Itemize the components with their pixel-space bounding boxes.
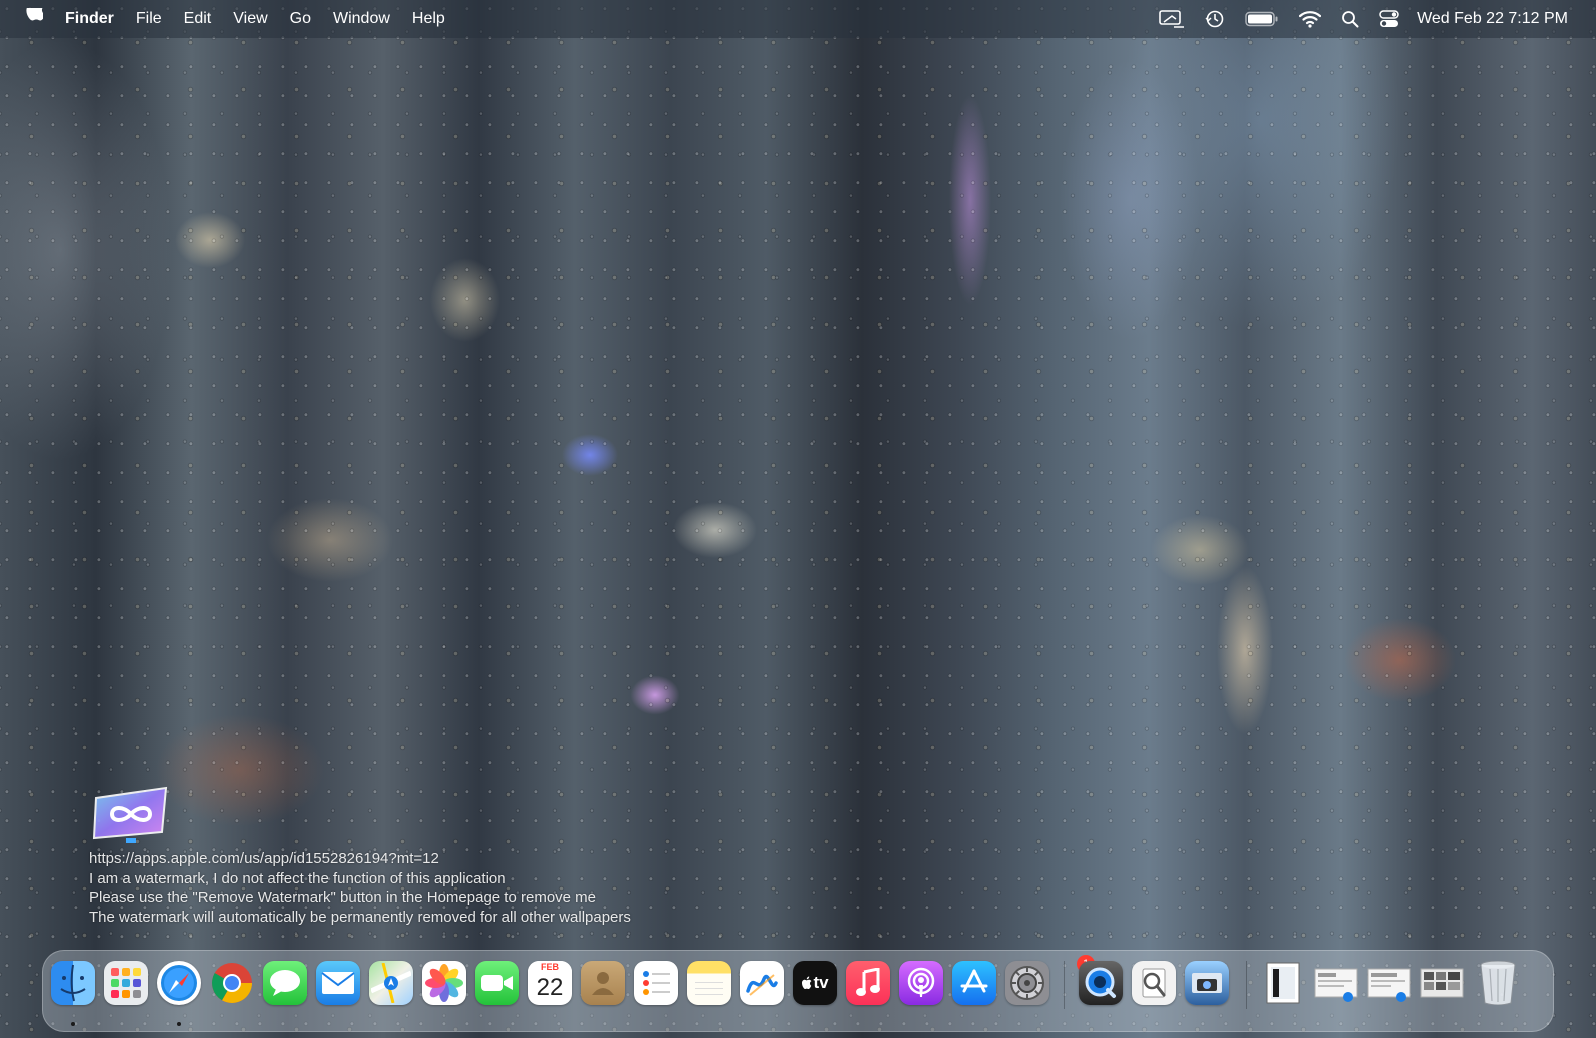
dock-reminders-icon[interactable] bbox=[634, 961, 678, 1005]
dock-divider bbox=[1064, 961, 1065, 1009]
dock-freeform-icon[interactable] bbox=[740, 961, 784, 1005]
dock-screenshot-icon[interactable] bbox=[1185, 961, 1229, 1005]
menu-go[interactable]: Go bbox=[290, 10, 311, 28]
appletv-label: tv bbox=[813, 973, 829, 992]
dock-appstore-icon[interactable] bbox=[952, 961, 996, 1005]
battery-icon[interactable] bbox=[1245, 11, 1279, 27]
running-indicator bbox=[177, 1022, 181, 1026]
calendar-month: FEB bbox=[528, 961, 572, 974]
dock-maps-icon[interactable] bbox=[369, 961, 413, 1005]
running-indicator bbox=[71, 1022, 75, 1026]
menu-app-name[interactable]: Finder bbox=[65, 10, 114, 28]
dock-music-icon[interactable] bbox=[846, 961, 890, 1005]
watermark-line: Please use the "Remove Watermark" button… bbox=[89, 889, 597, 907]
calendar-day: 22 bbox=[536, 974, 564, 1001]
screen-mirroring-icon[interactable] bbox=[1159, 9, 1185, 29]
dock-launchpad-icon[interactable] bbox=[104, 961, 148, 1005]
spotlight-search-icon[interactable] bbox=[1341, 10, 1359, 28]
menu-clock[interactable]: Wed Feb 22 7:12 PM bbox=[1417, 10, 1568, 28]
watermark-text: https://apps.apple.com/us/app/id15528261… bbox=[89, 849, 631, 928]
dock-system-settings-icon[interactable] bbox=[1005, 961, 1049, 1005]
dock-preview-icon[interactable] bbox=[1132, 961, 1176, 1005]
dock-trash-icon[interactable] bbox=[1476, 961, 1520, 1005]
dock-photos-icon[interactable] bbox=[422, 961, 466, 1005]
dock-calendar-icon[interactable]: FEB 22 bbox=[528, 961, 572, 1005]
menu-file[interactable]: File bbox=[136, 10, 162, 28]
menu-window[interactable]: Window bbox=[333, 10, 390, 28]
dock-podcasts-icon[interactable] bbox=[899, 961, 943, 1005]
menu-bar: Finder File Edit View Go Window Help Wed… bbox=[0, 0, 1596, 38]
watermark-line: The watermark will automatically be perm… bbox=[89, 909, 631, 927]
dock-finder-icon[interactable] bbox=[51, 961, 95, 1005]
dock-mail-icon[interactable] bbox=[316, 961, 360, 1005]
dock-notes-icon[interactable] bbox=[687, 961, 731, 1005]
menu-edit[interactable]: Edit bbox=[184, 10, 212, 28]
dock-safari-icon[interactable] bbox=[157, 961, 201, 1005]
dock-divider bbox=[1246, 961, 1247, 1009]
dock-screenshot-file-icon[interactable] bbox=[1420, 961, 1464, 1005]
watermark-line: I am a watermark, I do not affect the fu… bbox=[89, 869, 506, 887]
wallpaper-app-logo-icon bbox=[92, 786, 168, 843]
dock-screenshot-file-icon[interactable] bbox=[1314, 961, 1358, 1005]
dock-appletv-icon[interactable]: tv bbox=[793, 961, 837, 1005]
dock-chrome-icon[interactable] bbox=[210, 961, 254, 1005]
wifi-icon[interactable] bbox=[1299, 10, 1322, 28]
watermark-url: https://apps.apple.com/us/app/id15528261… bbox=[89, 850, 439, 867]
menu-help[interactable]: Help bbox=[412, 10, 445, 28]
menu-view[interactable]: View bbox=[233, 10, 267, 28]
apple-menu-icon[interactable] bbox=[25, 8, 43, 30]
dock-messages-icon[interactable] bbox=[263, 961, 307, 1005]
dock-contacts-icon[interactable] bbox=[581, 961, 625, 1005]
control-center-icon[interactable] bbox=[1379, 10, 1399, 28]
dock-screenshot-file-icon[interactable] bbox=[1367, 961, 1411, 1005]
dock-quicktime-icon[interactable] bbox=[1079, 961, 1123, 1005]
dock: FEB 22 tv 1 bbox=[42, 950, 1554, 1032]
time-machine-icon[interactable] bbox=[1205, 9, 1225, 29]
dock-facetime-icon[interactable] bbox=[475, 961, 519, 1005]
dock-document-icon[interactable] bbox=[1261, 961, 1305, 1005]
